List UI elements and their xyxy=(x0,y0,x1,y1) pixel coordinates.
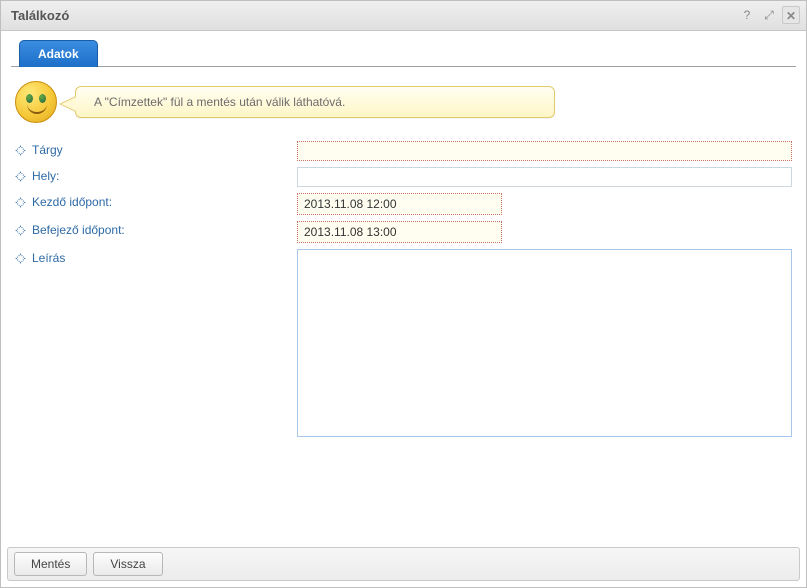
bullet-icon xyxy=(16,254,26,264)
end-time-label: Befejező időpont: xyxy=(17,221,287,243)
window-controls: ? ⤢ ✕ xyxy=(738,6,800,24)
maximize-icon[interactable]: ⤢ xyxy=(760,6,778,24)
location-input[interactable] xyxy=(297,167,792,187)
bullet-icon xyxy=(16,226,26,236)
titlebar: Találkozó ? ⤢ ✕ xyxy=(1,1,806,31)
bullet-icon xyxy=(16,198,26,208)
bullet-icon xyxy=(16,146,26,156)
description-input[interactable] xyxy=(297,249,792,437)
start-time-input[interactable] xyxy=(297,193,502,215)
back-button[interactable]: Vissza xyxy=(93,552,162,576)
close-icon[interactable]: ✕ xyxy=(782,6,800,24)
meeting-window: Találkozó ? ⤢ ✕ Adatok A "Címzettek" fül… xyxy=(0,0,807,588)
save-button[interactable]: Mentés xyxy=(14,552,87,576)
location-label: Hely: xyxy=(17,167,287,187)
description-label: Leírás xyxy=(17,249,287,440)
window-title: Találkozó xyxy=(11,8,69,23)
bullet-icon xyxy=(16,172,26,182)
notice-text: A "Címzettek" fül a mentés után válik lá… xyxy=(94,95,345,109)
start-time-label: Kezdő időpont: xyxy=(17,193,287,215)
subject-input[interactable] xyxy=(297,141,792,161)
end-time-input[interactable] xyxy=(297,221,502,243)
form: Tárgy Hely: Kezdő időpont: Befejező xyxy=(11,141,796,440)
help-icon[interactable]: ? xyxy=(738,6,756,24)
smiley-icon xyxy=(15,81,57,123)
content-area: Adatok A "Címzettek" fül a mentés után v… xyxy=(1,31,806,440)
notice-row: A "Címzettek" fül a mentés után válik lá… xyxy=(15,81,796,123)
notice-bubble: A "Címzettek" fül a mentés után válik lá… xyxy=(75,86,555,118)
subject-label: Tárgy xyxy=(17,141,287,161)
footer-bar: Mentés Vissza xyxy=(7,547,800,581)
tab-data[interactable]: Adatok xyxy=(19,40,98,67)
tab-bar: Adatok xyxy=(11,39,796,67)
